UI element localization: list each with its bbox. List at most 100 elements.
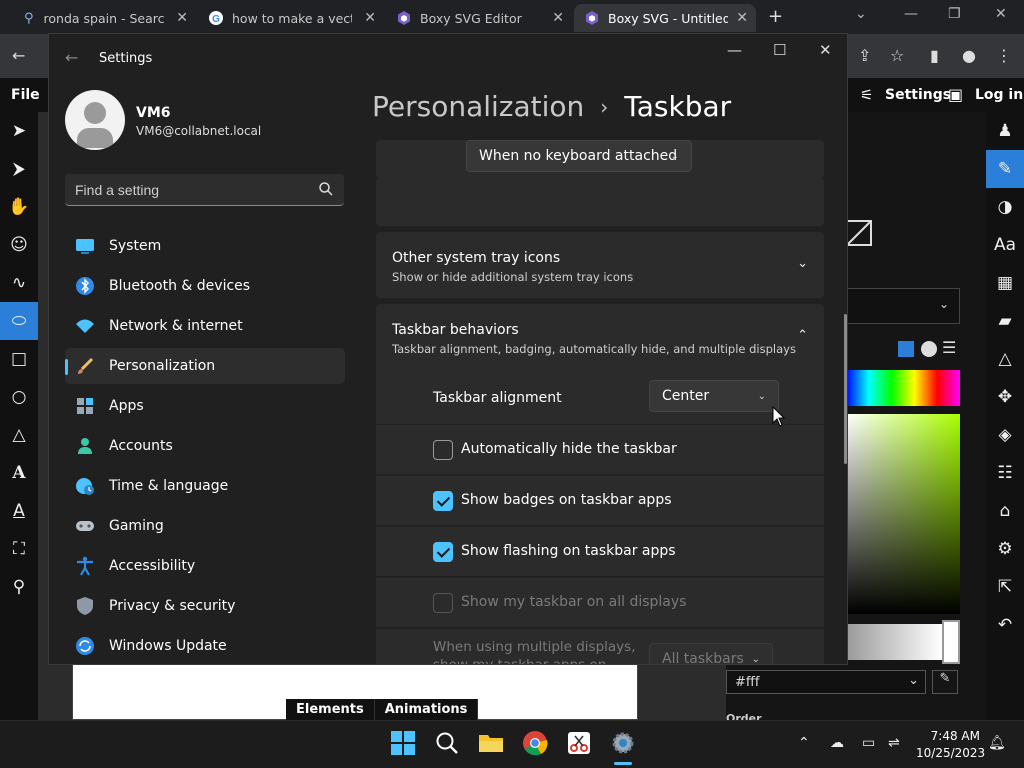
paint-bucket-icon[interactable]: ♟	[986, 112, 1024, 150]
snipping-tool-icon[interactable]	[566, 730, 592, 756]
other-tray-icons-card[interactable]: Other system tray icons Show or hide add…	[376, 232, 824, 298]
close-window-icon[interactable]: ✕	[995, 6, 1007, 22]
menu-kebab-icon[interactable]: ⋮	[996, 46, 1014, 65]
select-tool-icon[interactable]: ➤	[0, 112, 38, 150]
hue-slider[interactable]	[846, 370, 960, 406]
layers-icon[interactable]: ◈	[986, 416, 1024, 454]
text-tool-icon[interactable]: A	[0, 454, 38, 492]
close-icon[interactable]: ✕	[736, 10, 748, 26]
nav-item-gaming[interactable]: Gaming	[65, 508, 345, 544]
tab-elements[interactable]: Elements	[286, 699, 375, 721]
browser-tab-google[interactable]: G how to make a vector i ✕	[198, 4, 384, 32]
back-arrow-icon[interactable]: ←	[65, 48, 78, 67]
new-tab-icon[interactable]: +	[768, 6, 783, 27]
nav-item-time-language[interactable]: Time & language	[65, 468, 345, 504]
text-path-tool-icon[interactable]: A	[0, 492, 38, 530]
network-muted-icon[interactable]: ⇌	[888, 735, 900, 751]
windows-start-icon[interactable]	[390, 730, 416, 756]
close-icon[interactable]: ✕	[176, 10, 188, 26]
tab-animations[interactable]: Animations	[375, 699, 479, 721]
auto-hide-checkbox[interactable]	[433, 440, 453, 460]
contrast-icon[interactable]: ◑	[986, 188, 1024, 226]
close-icon[interactable]: ✕	[364, 10, 376, 26]
minimize-icon[interactable]: —	[904, 6, 918, 22]
no-fill-icon[interactable]	[846, 220, 874, 246]
undo-icon[interactable]: ↶	[986, 606, 1024, 644]
gradient-mode-icon[interactable]	[921, 341, 937, 357]
gears-icon[interactable]: ⚙	[986, 530, 1024, 568]
chrome-icon[interactable]	[522, 730, 548, 756]
crop-tool-icon[interactable]: ⛶	[0, 530, 38, 568]
avatar[interactable]	[65, 90, 125, 150]
comment-icon[interactable]: ▰	[986, 302, 1024, 340]
login-link[interactable]: Log in	[975, 87, 1023, 103]
clock-date[interactable]: 10/25/2023	[916, 746, 985, 760]
show-flashing-row[interactable]: Show flashing on taskbar apps	[376, 526, 824, 576]
nav-item-network[interactable]: Network & internet	[65, 308, 345, 344]
close-icon[interactable]: ✕	[552, 10, 564, 26]
cloud-icon[interactable]: ☁	[830, 735, 844, 751]
restore-icon[interactable]: ❐	[948, 6, 961, 22]
typography-icon[interactable]: Aa	[986, 226, 1024, 264]
taskbar-alignment-dropdown[interactable]: Center ⌄	[649, 380, 779, 412]
paint-type-select[interactable]: ⌄	[846, 288, 960, 324]
sidepanel-icon[interactable]: ▮	[930, 46, 948, 65]
back-icon[interactable]: ←	[12, 46, 30, 65]
library-icon[interactable]: ⌂	[986, 492, 1024, 530]
close-icon[interactable]: ✕	[819, 41, 832, 59]
display-icon[interactable]: ▭	[862, 735, 875, 751]
minimize-icon[interactable]: —	[727, 41, 742, 59]
chevron-up-icon[interactable]: ⌃	[798, 735, 810, 751]
profile-icon[interactable]: ●	[962, 46, 980, 65]
browser-tab-boxy-editor[interactable]: Boxy SVG Editor ✕	[386, 4, 572, 32]
clock-time[interactable]: 7:48 AM	[920, 729, 980, 743]
content-scrollbar[interactable]	[844, 314, 847, 464]
rect-tool-icon[interactable]: □	[0, 340, 38, 378]
browser-tab-boxy-untitled[interactable]: Boxy SVG - Untitled [E ✕	[574, 4, 756, 32]
ruler-icon[interactable]: ▦	[986, 264, 1024, 302]
color-hex-field[interactable]: #fff ⌄	[726, 670, 926, 694]
star-icon[interactable]: ☆	[890, 46, 908, 65]
maximize-icon[interactable]: ☐	[773, 41, 786, 59]
auto-hide-row[interactable]: Automatically hide the taskbar	[376, 424, 824, 474]
notification-bell-icon[interactable]: 🔔︎	[988, 735, 1006, 751]
nav-item-windows-update[interactable]: Windows Update	[65, 628, 345, 664]
nav-item-bluetooth[interactable]: Bluetooth & devices	[65, 268, 345, 304]
freehand-tool-icon[interactable]: ∿	[0, 264, 38, 302]
nav-item-accounts[interactable]: Accounts	[65, 428, 345, 464]
brush-icon[interactable]: ✎	[986, 150, 1024, 188]
nav-item-apps[interactable]: Apps	[65, 388, 345, 424]
eyedropper-tool-icon[interactable]: ⚲	[0, 568, 38, 606]
list-icon[interactable]: ☷	[986, 454, 1024, 492]
nav-item-system[interactable]: System	[65, 228, 345, 264]
alpha-handle[interactable]	[942, 620, 960, 664]
file-explorer-icon[interactable]	[478, 730, 504, 756]
circle-tool-icon[interactable]: ○	[0, 378, 38, 416]
swatches-list-icon[interactable]: ☰	[942, 338, 956, 357]
taskbar-behaviors-card[interactable]: Taskbar behaviors Taskbar alignment, bad…	[376, 304, 824, 374]
solid-color-mode-icon[interactable]	[898, 341, 914, 357]
edit-tool-icon[interactable]: ⮞	[0, 150, 38, 188]
triangle-tool-icon[interactable]: △	[0, 416, 38, 454]
move-icon[interactable]: ✥	[986, 378, 1024, 416]
show-badges-row[interactable]: Show badges on taskbar apps	[376, 475, 824, 525]
touch-keyboard-dropdown[interactable]: When no keyboard attached ⌄	[466, 140, 692, 172]
export-icon[interactable]: ⇱	[986, 568, 1024, 606]
breadcrumb-parent[interactable]: Personalization	[372, 90, 584, 123]
browser-tab-search[interactable]: ⚲ ronda spain - Search ✕	[10, 4, 196, 32]
alpha-slider[interactable]	[846, 624, 942, 660]
zoom-tool-icon[interactable]: ☺	[0, 226, 38, 264]
search-icon[interactable]	[434, 730, 460, 756]
show-badges-checkbox[interactable]	[433, 491, 453, 511]
search-box[interactable]	[65, 174, 344, 206]
tab-search-chevron-icon[interactable]: ⌄	[855, 6, 867, 22]
search-input[interactable]	[75, 180, 305, 200]
share-icon[interactable]: ⇪	[858, 46, 876, 65]
settings-gear-icon[interactable]	[610, 730, 636, 756]
saturation-picker[interactable]	[846, 414, 960, 614]
shape-icon[interactable]: △	[986, 340, 1024, 378]
show-flashing-checkbox[interactable]	[433, 542, 453, 562]
settings-link[interactable]: Settings	[885, 87, 951, 103]
nav-item-privacy-security[interactable]: Privacy & security	[65, 588, 345, 624]
ellipse-tool-icon[interactable]: ⬭	[0, 302, 38, 340]
